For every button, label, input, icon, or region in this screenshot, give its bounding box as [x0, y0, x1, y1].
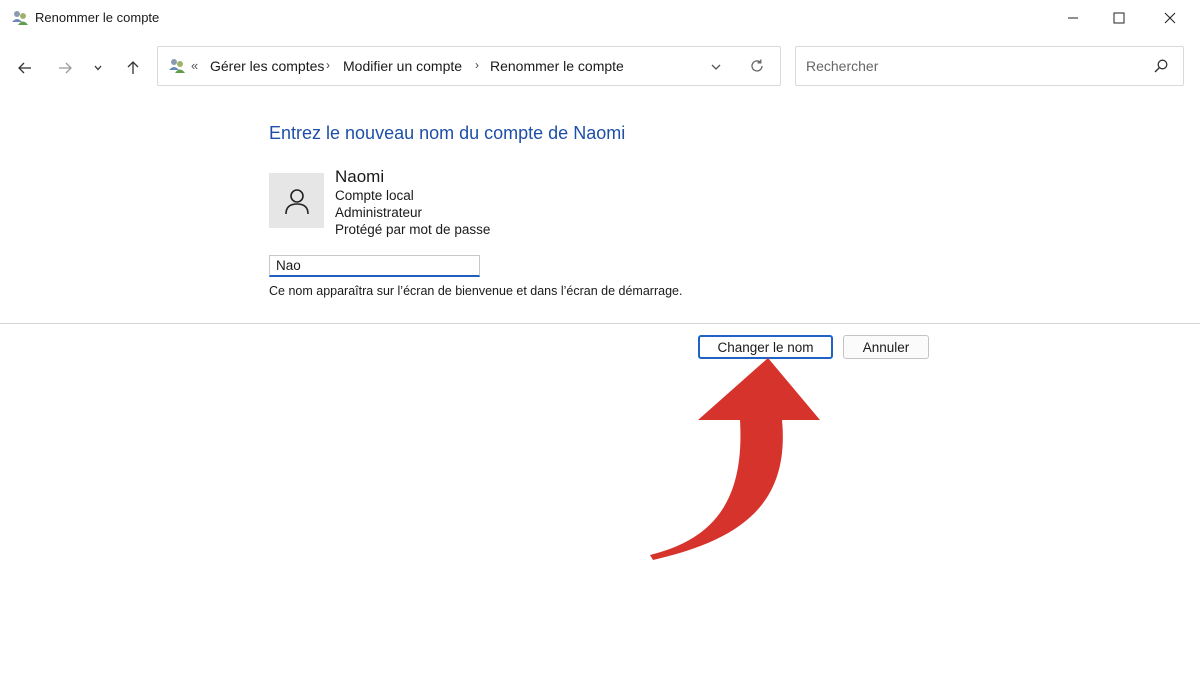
title-bar: Renommer le compte: [0, 0, 1200, 36]
account-security: Protégé par mot de passe: [335, 222, 491, 237]
breadcrumb-separator[interactable]: ›: [326, 58, 330, 72]
breadcrumb-separator[interactable]: ›: [475, 58, 479, 72]
close-button[interactable]: [1147, 0, 1193, 36]
divider: [0, 323, 1200, 324]
new-name-input[interactable]: [269, 255, 480, 277]
annotation-arrow-icon: [650, 358, 820, 560]
close-icon: [1164, 12, 1176, 24]
forward-button[interactable]: [51, 54, 79, 82]
account-role: Administrateur: [335, 205, 423, 220]
breadcrumb-rename-account[interactable]: Renommer le compte: [490, 58, 624, 74]
refresh-icon: [751, 59, 763, 72]
chevron-down-icon: [94, 65, 102, 71]
refresh-button[interactable]: [748, 57, 766, 75]
search-placeholder: Rechercher: [806, 58, 879, 74]
chevron-down-icon: [711, 64, 721, 70]
search-box[interactable]: Rechercher: [795, 46, 1184, 86]
window-title: Renommer le compte: [35, 10, 160, 25]
avatar: [269, 173, 324, 228]
arrow-up-icon: [127, 61, 139, 74]
user-icon: [284, 188, 309, 214]
up-button[interactable]: [119, 54, 147, 82]
users-icon: [167, 56, 187, 76]
maximize-icon: [1113, 12, 1125, 24]
account-type: Compte local: [335, 188, 414, 203]
address-history-button[interactable]: [708, 59, 724, 75]
account-name: Naomi: [335, 167, 385, 186]
minimize-icon: [1068, 17, 1078, 19]
address-bar[interactable]: « Gérer les comptes › Modifier un compte…: [157, 46, 781, 86]
breadcrumb-change-account[interactable]: Modifier un compte: [343, 58, 462, 74]
minimize-button[interactable]: [1050, 0, 1096, 36]
maximize-button[interactable]: [1096, 0, 1142, 36]
name-hint: Ce nom apparaîtra sur l’écran de bienven…: [269, 284, 683, 298]
arrow-right-icon: [59, 62, 72, 74]
breadcrumb-manage-accounts[interactable]: Gérer les comptes: [210, 58, 324, 74]
users-icon: [10, 8, 30, 28]
page-heading: Entrez le nouveau nom du compte de Naomi: [269, 123, 626, 143]
breadcrumb-overflow[interactable]: «: [191, 58, 198, 73]
arrow-left-icon: [18, 62, 31, 74]
recent-locations-button[interactable]: [86, 54, 110, 82]
back-button[interactable]: [11, 54, 39, 82]
navigation-bar: « Gérer les comptes › Modifier un compte…: [0, 36, 1200, 98]
search-icon[interactable]: [1153, 58, 1169, 74]
